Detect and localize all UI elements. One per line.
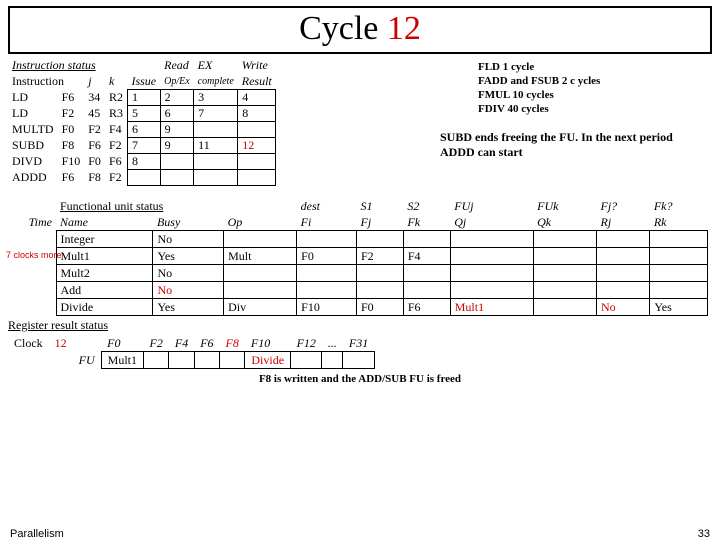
instr-row: MULTDF0F2F469 <box>8 122 276 138</box>
latency-line: FDIV 40 cycles <box>478 102 600 116</box>
fu-header: Functional unit status <box>60 199 163 213</box>
footer: Parallelism 33 <box>10 528 710 540</box>
content: Instruction status Read EX Write Instruc… <box>0 58 720 385</box>
reg-header: Register result status <box>8 318 108 332</box>
fu-row: DivideYesDivF10F0F6Mult1NoYes <box>8 299 708 316</box>
instruction-table: Instruction status Read EX Write Instruc… <box>8 58 276 186</box>
annotation: SUBD ends freeing the FU. In the next pe… <box>440 130 700 160</box>
col-result: Result <box>238 73 276 90</box>
col-issue: Issue <box>127 73 160 90</box>
col-k: k <box>105 73 128 90</box>
instr-status-header: Instruction status <box>12 58 96 72</box>
fu-row: Mult1YesMultF0F2F4 <box>8 248 708 265</box>
footer-left: Parallelism <box>10 528 64 540</box>
latency-notes: FLD 1 cycle FADD and FSUB 2 c ycles FMUL… <box>478 60 600 116</box>
register-status-block: Register result status Clock 12 F0 F2 F4… <box>8 318 712 369</box>
functional-unit-block: 7 clocks more Functional unit status des… <box>8 198 712 385</box>
col-j: j <box>84 73 105 90</box>
instr-row: DIVDF10F0F68 <box>8 154 276 170</box>
col-write: Write <box>238 58 276 73</box>
instr-row: LDF634R21234 <box>8 90 276 106</box>
footer-right: 33 <box>698 528 710 540</box>
instr-row: LDF245R35678 <box>8 106 276 122</box>
title-text: Cycle 12 <box>299 10 421 47</box>
col-opex: Op/Ex <box>164 76 190 87</box>
row1: Instruction status Read EX Write Instruc… <box>8 58 712 186</box>
title-part2: 12 <box>387 10 421 47</box>
instr-row: SUBDF8F6F2791112 <box>8 138 276 154</box>
fu-table: Functional unit status dest S1 S2 FUj FU… <box>8 198 708 316</box>
col-ex: EX <box>194 58 238 73</box>
instr-row: ADDDF6F8F2 <box>8 170 276 186</box>
col-complete: complete <box>198 76 234 87</box>
reg-table: Clock 12 F0 F2 F4 F6 F8 F10 F12 ... F31 … <box>8 335 375 369</box>
fu-row: Mult2No <box>8 265 708 282</box>
latency-line: FMUL 10 cycles <box>478 88 600 102</box>
col-read: Read <box>160 58 194 73</box>
footnote: F8 is written and the ADD/SUB FU is free… <box>8 373 712 385</box>
clocks-more-label: 7 clocks more <box>6 250 62 260</box>
title-box: Cycle 12 <box>8 6 712 54</box>
latency-line: FLD 1 cycle <box>478 60 600 74</box>
latency-line: FADD and FSUB 2 c ycles <box>478 74 600 88</box>
fu-row: AddNo <box>8 282 708 299</box>
instruction-status-block: Instruction status Read EX Write Instruc… <box>8 58 438 186</box>
fu-row: IntegerNo <box>8 231 708 248</box>
title-part1: Cycle <box>299 10 387 47</box>
col-instruction: Instruction <box>8 73 84 90</box>
